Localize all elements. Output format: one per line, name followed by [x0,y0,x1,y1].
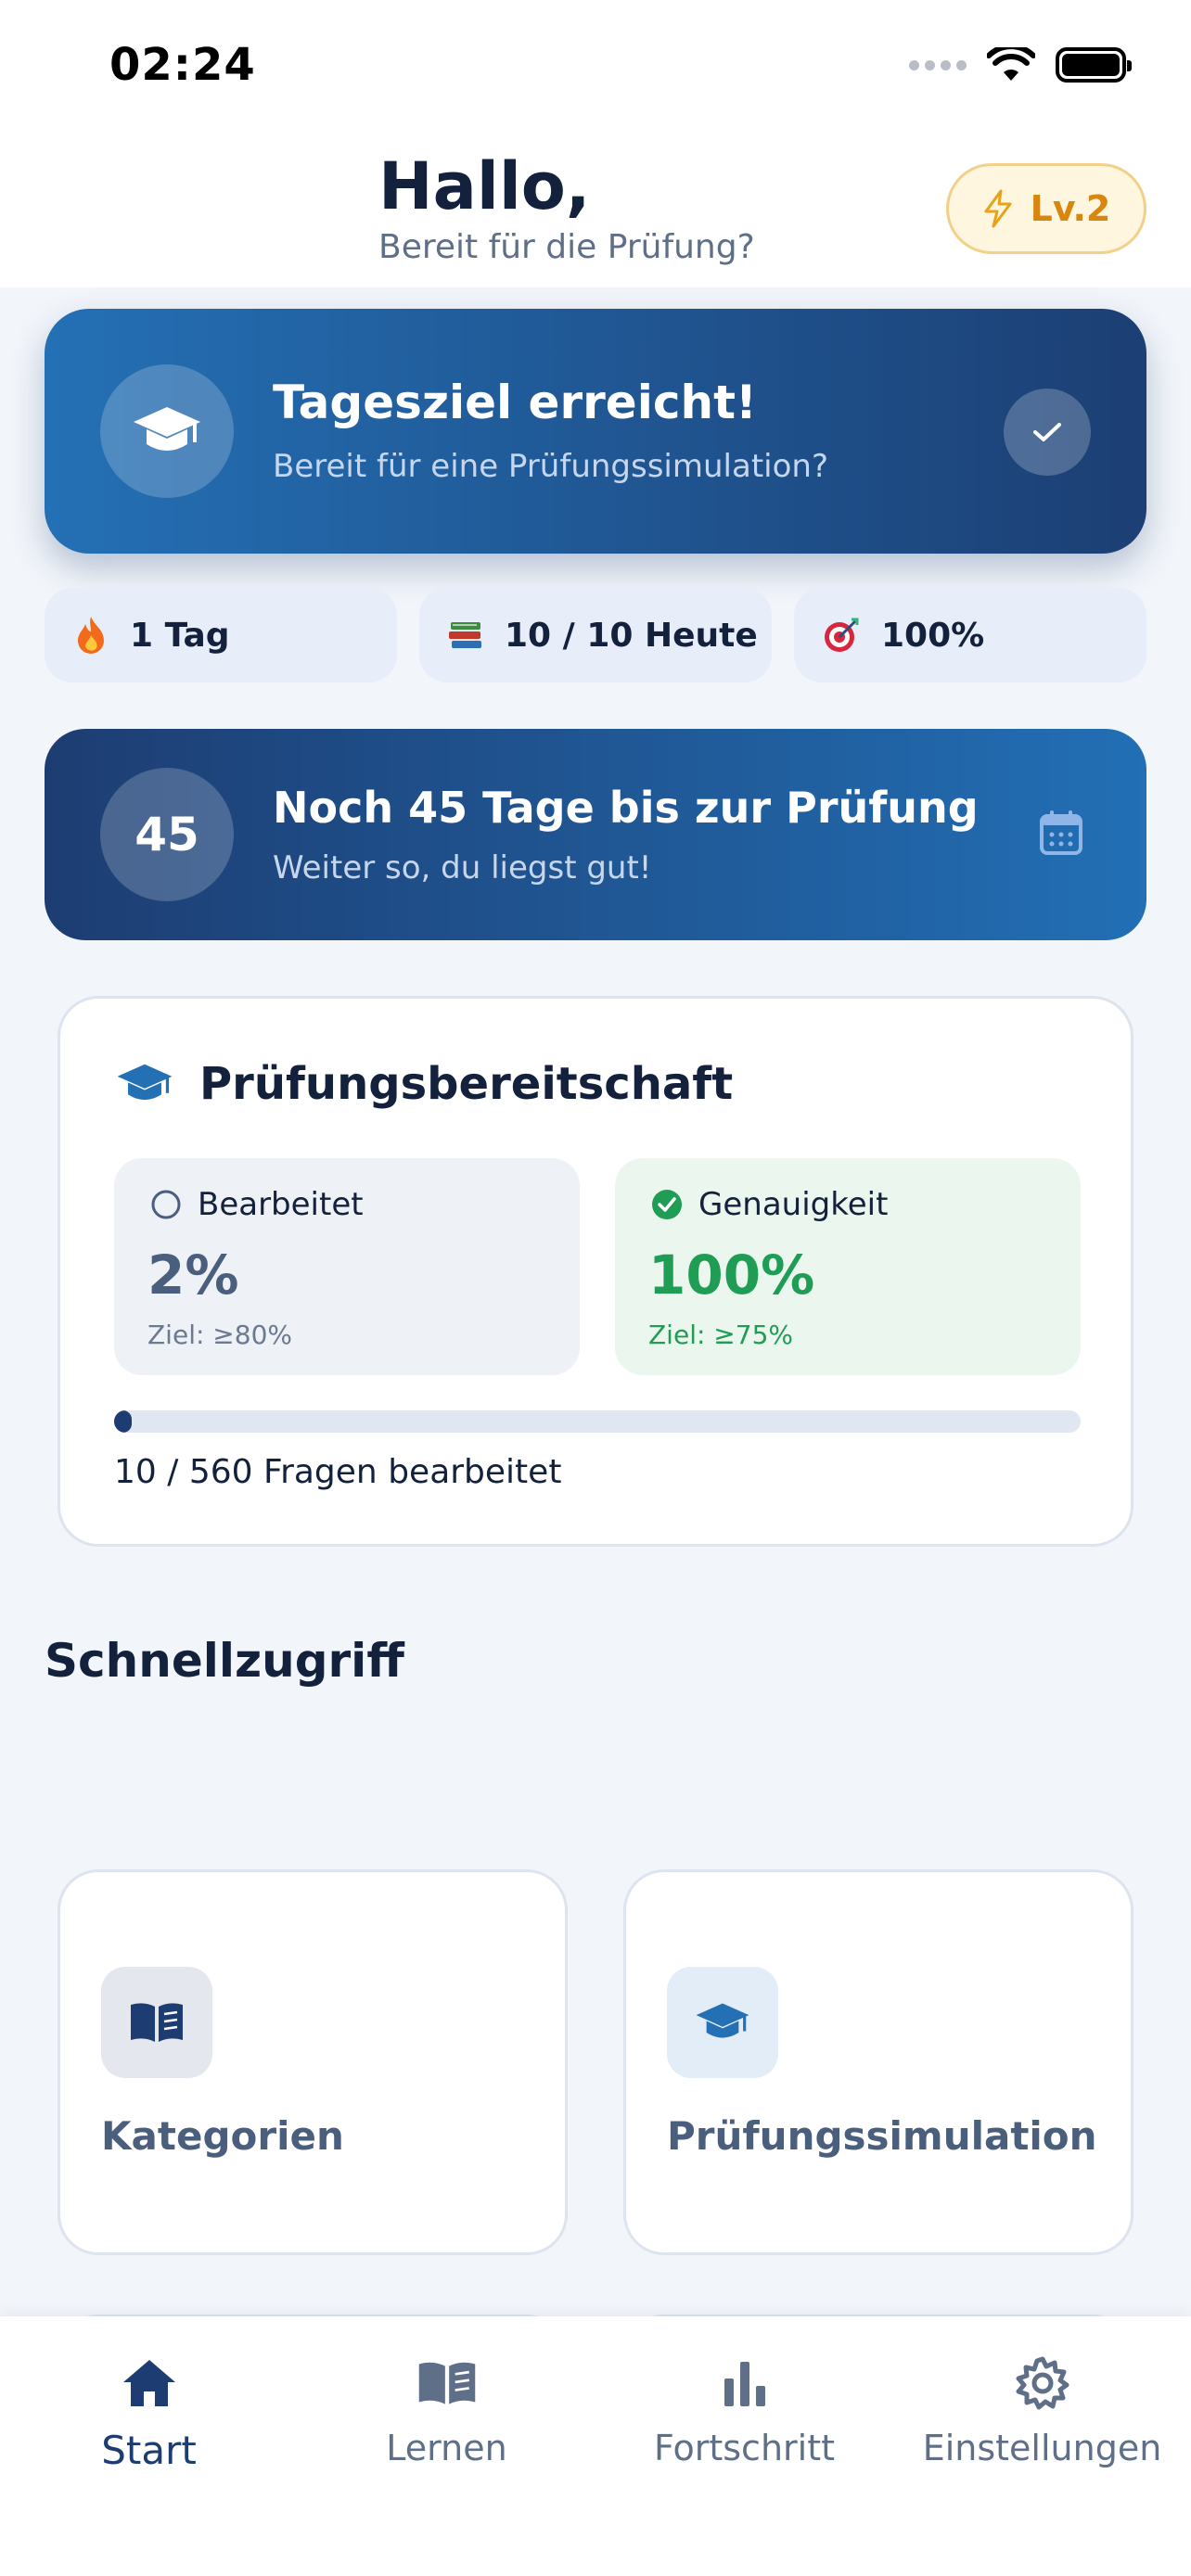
gear-icon [1016,2356,1069,2410]
status-time: 02:24 [109,39,256,91]
graduation-cap-icon [117,1064,173,1101]
goal-title: Tagesziel erreicht! [273,376,757,429]
lightning-icon [984,189,1012,228]
questions-progress-bar [114,1410,1081,1433]
calendar-icon [1040,810,1082,855]
greeting-title: Hallo, [378,148,591,224]
nav-tab-lernen[interactable]: Lernen [298,2346,596,2485]
nav-start-label: Start [101,2428,197,2473]
target-icon [825,618,859,652]
quick-tile-exam-simulation[interactable]: Prüfungssimulation [623,1869,1133,2255]
countdown-subtitle: Weiter so, du liegst gut! [273,849,652,886]
graduation-cap-icon [696,2003,749,2038]
graduation-cap-icon [134,407,200,451]
level-label: Lv.2 [1030,188,1111,229]
nav-lernen-label: Lernen [386,2428,507,2468]
accuracy-goal: Ziel: ≥75% [648,1320,793,1350]
stat-streak: 1 Tag [45,588,397,682]
daily-goal-card[interactable]: Tagesziel erreicht! Bereit für eine Prüf… [45,309,1146,554]
countdown-days-circle: 45 [100,768,234,901]
check-circle-icon [652,1190,682,1219]
nav-einstellungen-icon-wrap [1014,2346,1071,2420]
cellular-signal-icon [909,59,967,70]
books-icon [449,622,481,648]
accuracy-metric-header: Genauigkeit [650,1186,888,1223]
nav-tab-start[interactable]: Start [0,2346,298,2485]
categories-tile-label: Kategorien [101,2113,344,2159]
nav-lernen-icon-wrap [415,2346,480,2420]
processed-goal: Ziel: ≥80% [147,1320,292,1350]
fire-icon [78,617,104,654]
categories-tile-icon [101,1967,212,2078]
readiness-header: Prüfungsbereitschaft [116,1058,733,1110]
stat-today-label: 10 / 10 Heute [505,616,758,655]
accuracy-label: Genauigkeit [698,1186,889,1223]
processed-value: 2% [147,1243,239,1307]
book-icon [418,2362,475,2404]
nav-start-icon-wrap [120,2346,179,2420]
countdown-title: Noch 45 Tage bis zur Prüfung [273,783,979,833]
nav-tab-einstellungen[interactable]: Einstellungen [893,2346,1191,2485]
nav-einstellungen-label: Einstellungen [922,2428,1162,2468]
processed-metric: Bearbeitet 2% Ziel: ≥80% [114,1158,580,1375]
level-badge[interactable]: Lv.2 [946,163,1146,254]
processed-metric-header: Bearbeitet [149,1186,364,1223]
stat-accuracy-label: 100% [881,616,985,655]
wifi-icon [987,47,1035,81]
goal-subtitle: Bereit für eine Prüfungssimulation? [273,448,829,485]
nav-tab-fortschritt[interactable]: Fortschritt [596,2346,893,2485]
battery-icon [1056,47,1132,83]
quick-tile-categories[interactable]: Kategorien [58,1869,568,2255]
processed-label: Bearbeitet [198,1186,364,1223]
readiness-title: Prüfungsbereitschaft [199,1058,734,1110]
accuracy-metric: Genauigkeit 100% Ziel: ≥75% [615,1158,1081,1375]
stat-accuracy: 100% [794,588,1146,682]
book-open-icon [131,2003,183,2042]
nav-fortschritt-label: Fortschritt [653,2428,836,2468]
status-icons [909,46,1132,83]
questions-progress-text: 10 / 560 Fragen bearbeitet [114,1453,562,1491]
check-icon [1033,423,1061,441]
home-icon [122,2360,175,2406]
goal-check-button[interactable] [1004,389,1091,476]
accuracy-value: 100% [648,1243,815,1307]
exam-readiness-card: Prüfungsbereitschaft Bearbeitet 2% Ziel:… [58,996,1133,1547]
exam-countdown-card[interactable]: 45 Noch 45 Tage bis zur Prüfung Weiter s… [45,729,1146,940]
stat-streak-label: 1 Tag [130,616,230,655]
goal-icon-circle [100,364,234,498]
nav-fortschritt-icon-wrap [719,2346,771,2420]
circle-outline-icon [151,1190,181,1219]
quick-access-title: Schnellzugriff [45,1634,404,1688]
exam-simulation-tile-icon [667,1967,778,2078]
questions-progress-fill [114,1410,132,1433]
bottom-navigation: Start Lernen Fortschritt Einstellungen [0,2316,1191,2576]
exam-simulation-tile-label: Prüfungssimulation [667,2113,1097,2159]
bar-chart-icon [724,2362,765,2406]
greeting-subtitle: Bereit für die Prüfung? [378,228,755,266]
stat-today: 10 / 10 Heute [419,588,772,682]
app-screen: 02:24 Hallo, Bereit für die Prüfung? Lv.… [0,0,1191,2576]
